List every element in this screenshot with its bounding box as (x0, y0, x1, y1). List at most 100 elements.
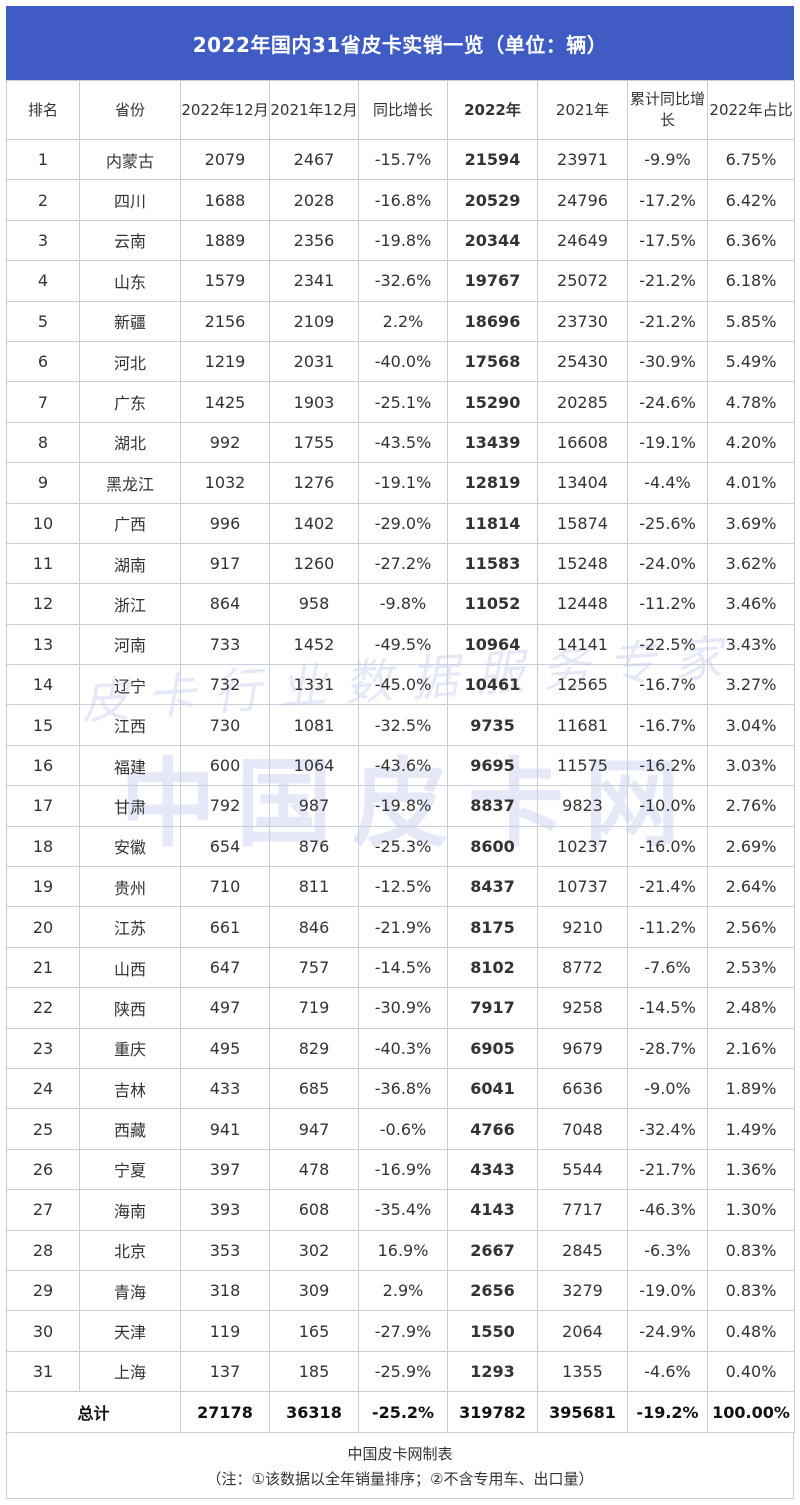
cell-cum-yoy: -21.7% (627, 1148, 708, 1191)
cell-year-2022: 6905 (447, 1027, 538, 1069)
cell-share: 0.83% (707, 1229, 795, 1271)
cell-province: 山西 (79, 946, 181, 989)
cell-share: 1.30% (707, 1189, 795, 1231)
cell-province: 新疆 (79, 300, 181, 342)
cell-year-2021: 10737 (537, 866, 628, 908)
cell-rank: 24 (6, 1067, 80, 1110)
sales-table: 排名 省份 2022年12月 2021年12月 同比增长 2022年 2021年… (6, 80, 795, 1434)
table-row: 14 辽宁 732 1331 -45.0% 10461 12565 -16.7% 3.27% (6, 664, 795, 706)
cell-rank: 18 (6, 825, 80, 868)
cell-year-2022: 4143 (447, 1189, 538, 1231)
header-year-2022: 2022年 (447, 80, 538, 140)
cell-province: 重庆 (79, 1027, 181, 1069)
cell-year-2022: 2667 (447, 1229, 538, 1271)
cell-province: 安徽 (79, 825, 181, 868)
cell-dec-2021: 2031 (269, 340, 359, 383)
cell-dec-2021: 757 (269, 946, 359, 989)
cell-yoy: -40.3% (358, 1027, 448, 1069)
cell-dec-2022: 996 (180, 502, 270, 544)
cell-dec-2021: 2341 (269, 260, 359, 302)
cell-cum-yoy: -16.0% (627, 825, 708, 868)
table-row: 13 河南 733 1452 -49.5% 10964 14141 -22.5% 3.43% (6, 623, 795, 666)
cell-cum-yoy: -16.7% (627, 664, 708, 706)
cell-rank: 15 (6, 704, 80, 746)
table-row: 10 广西 996 1402 -29.0% 11814 15874 -25.6% 3.69% (6, 502, 795, 544)
cell-yoy: -27.9% (358, 1310, 448, 1352)
header-yoy: 同比增长 (358, 80, 448, 140)
cell-province: 黑龙江 (79, 462, 181, 504)
cell-cum-yoy: -10.0% (627, 785, 708, 827)
header-dec-2021: 2021年12月 (269, 80, 359, 140)
cell-dec-2022: 941 (180, 1108, 270, 1150)
cell-dec-2021: 719 (269, 987, 359, 1029)
cell-year-2022: 8837 (447, 785, 538, 827)
cell-rank: 7 (6, 381, 80, 423)
cell-yoy: -15.7% (358, 138, 448, 181)
cell-year-2022: 10964 (447, 623, 538, 666)
cell-province: 浙江 (79, 583, 181, 625)
cell-dec-2021: 1755 (269, 421, 359, 464)
cell-share: 4.01% (707, 462, 795, 504)
cell-yoy: 2.9% (358, 1269, 448, 1312)
cell-cum-yoy: -9.9% (627, 138, 708, 181)
cell-dec-2022: 1425 (180, 381, 270, 423)
cell-year-2022: 2656 (447, 1269, 538, 1312)
cell-yoy: -16.8% (358, 179, 448, 221)
cell-year-2021: 24649 (537, 219, 628, 262)
cell-share: 2.76% (707, 785, 795, 827)
cell-cum-yoy: -17.5% (627, 219, 708, 262)
cell-year-2021: 2064 (537, 1310, 628, 1352)
cell-rank: 22 (6, 987, 80, 1029)
cell-year-2021: 11681 (537, 704, 628, 746)
cell-rank: 13 (6, 623, 80, 666)
cell-dec-2021: 478 (269, 1148, 359, 1191)
cell-year-2021: 13404 (537, 462, 628, 504)
cell-year-2021: 25072 (537, 260, 628, 302)
cell-cum-yoy: -7.6% (627, 946, 708, 989)
cell-share: 3.27% (707, 664, 795, 706)
cell-dec-2022: 119 (180, 1310, 270, 1352)
cell-rank: 16 (6, 744, 80, 787)
table-row: 29 青海 318 309 2.9% 2656 3279 -19.0% 0.83% (6, 1269, 795, 1312)
cell-dec-2022: 393 (180, 1189, 270, 1231)
header-year-2021: 2021年 (537, 80, 628, 140)
cell-share: 6.36% (707, 219, 795, 262)
cell-dec-2022: 137 (180, 1350, 270, 1393)
table-row: 4 山东 1579 2341 -32.6% 19767 25072 -21.2% 6.18% (6, 260, 795, 302)
cell-year-2021: 8772 (537, 946, 628, 989)
cell-cum-yoy: -22.5% (627, 623, 708, 666)
cell-year-2021: 16608 (537, 421, 628, 464)
cell-cum-yoy: -17.2% (627, 179, 708, 221)
table-row: 26 宁夏 397 478 -16.9% 4343 5544 -21.7% 1.36% (6, 1148, 795, 1191)
cell-year-2021: 9258 (537, 987, 628, 1029)
cell-yoy: -21.9% (358, 906, 448, 948)
total-year-2022: 319782 (447, 1391, 538, 1434)
cell-dec-2021: 1081 (269, 704, 359, 746)
table-row: 9 黑龙江 1032 1276 -19.1% 12819 13404 -4.4% 4.01% (6, 462, 795, 504)
cell-yoy: -19.1% (358, 462, 448, 504)
cell-rank: 11 (6, 542, 80, 585)
cell-year-2022: 4343 (447, 1148, 538, 1191)
cell-dec-2022: 864 (180, 583, 270, 625)
table-row: 1 内蒙古 2079 2467 -15.7% 21594 23971 -9.9% 6.75% (6, 138, 795, 181)
cell-province: 河南 (79, 623, 181, 666)
cell-rank: 4 (6, 260, 80, 302)
total-yoy: -25.2% (358, 1391, 448, 1434)
cell-cum-yoy: -6.3% (627, 1229, 708, 1271)
total-year-2021: 395681 (537, 1391, 628, 1434)
cell-rank: 26 (6, 1148, 80, 1191)
cell-dec-2021: 1402 (269, 502, 359, 544)
cell-cum-yoy: -32.4% (627, 1108, 708, 1150)
cell-yoy: -32.6% (358, 260, 448, 302)
table-row: 16 福建 600 1064 -43.6% 9695 11575 -16.2% 3.03% (6, 744, 795, 787)
cell-rank: 5 (6, 300, 80, 342)
cell-dec-2022: 661 (180, 906, 270, 948)
cell-yoy: -45.0% (358, 664, 448, 706)
cell-province: 上海 (79, 1350, 181, 1393)
cell-year-2022: 12819 (447, 462, 538, 504)
table-row: 7 广东 1425 1903 -25.1% 15290 20285 -24.6% 4.78% (6, 381, 795, 423)
cell-dec-2021: 829 (269, 1027, 359, 1069)
table-row: 31 上海 137 185 -25.9% 1293 1355 -4.6% 0.40% (6, 1350, 795, 1393)
table-row: 15 江西 730 1081 -32.5% 9735 11681 -16.7% 3.04% (6, 704, 795, 746)
cell-dec-2021: 987 (269, 785, 359, 827)
